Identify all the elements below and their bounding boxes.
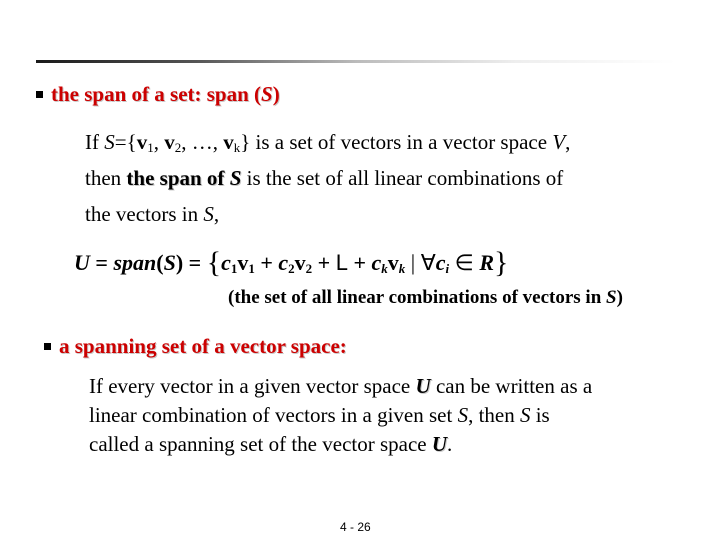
definition-line-1: If S={v1, v2, …, vk} is a set of vectors… bbox=[85, 130, 571, 155]
heading-text: a spanning set of a vector space: bbox=[59, 334, 347, 358]
definition2-line-1: If every vector in a given vector space … bbox=[89, 374, 593, 398]
span-formula: U = span(S) = {c1v1 + c2v2 + L + ckvk | … bbox=[74, 246, 509, 279]
bullet-icon bbox=[44, 343, 51, 350]
definition-line-3: the vectors in S, bbox=[85, 202, 220, 226]
page-number: 4 - 26 bbox=[340, 520, 371, 534]
heading-spanning-set: a spanning set of a vector space: bbox=[44, 334, 347, 359]
bullet-icon bbox=[36, 91, 43, 98]
title-divider bbox=[36, 60, 676, 63]
heading-span-of-set: the span of a set: span (S) bbox=[36, 82, 280, 107]
heading-text: the span of a set: span (S) bbox=[51, 82, 280, 106]
definition-line-2: then the span of S is the set of all lin… bbox=[85, 166, 564, 190]
formula-caption: (the set of all linear combinations of v… bbox=[228, 287, 623, 308]
definition2-line-3: called a spanning set of the vector spac… bbox=[89, 432, 453, 456]
definition2-line-2: linear combination of vectors in a given… bbox=[89, 403, 550, 427]
